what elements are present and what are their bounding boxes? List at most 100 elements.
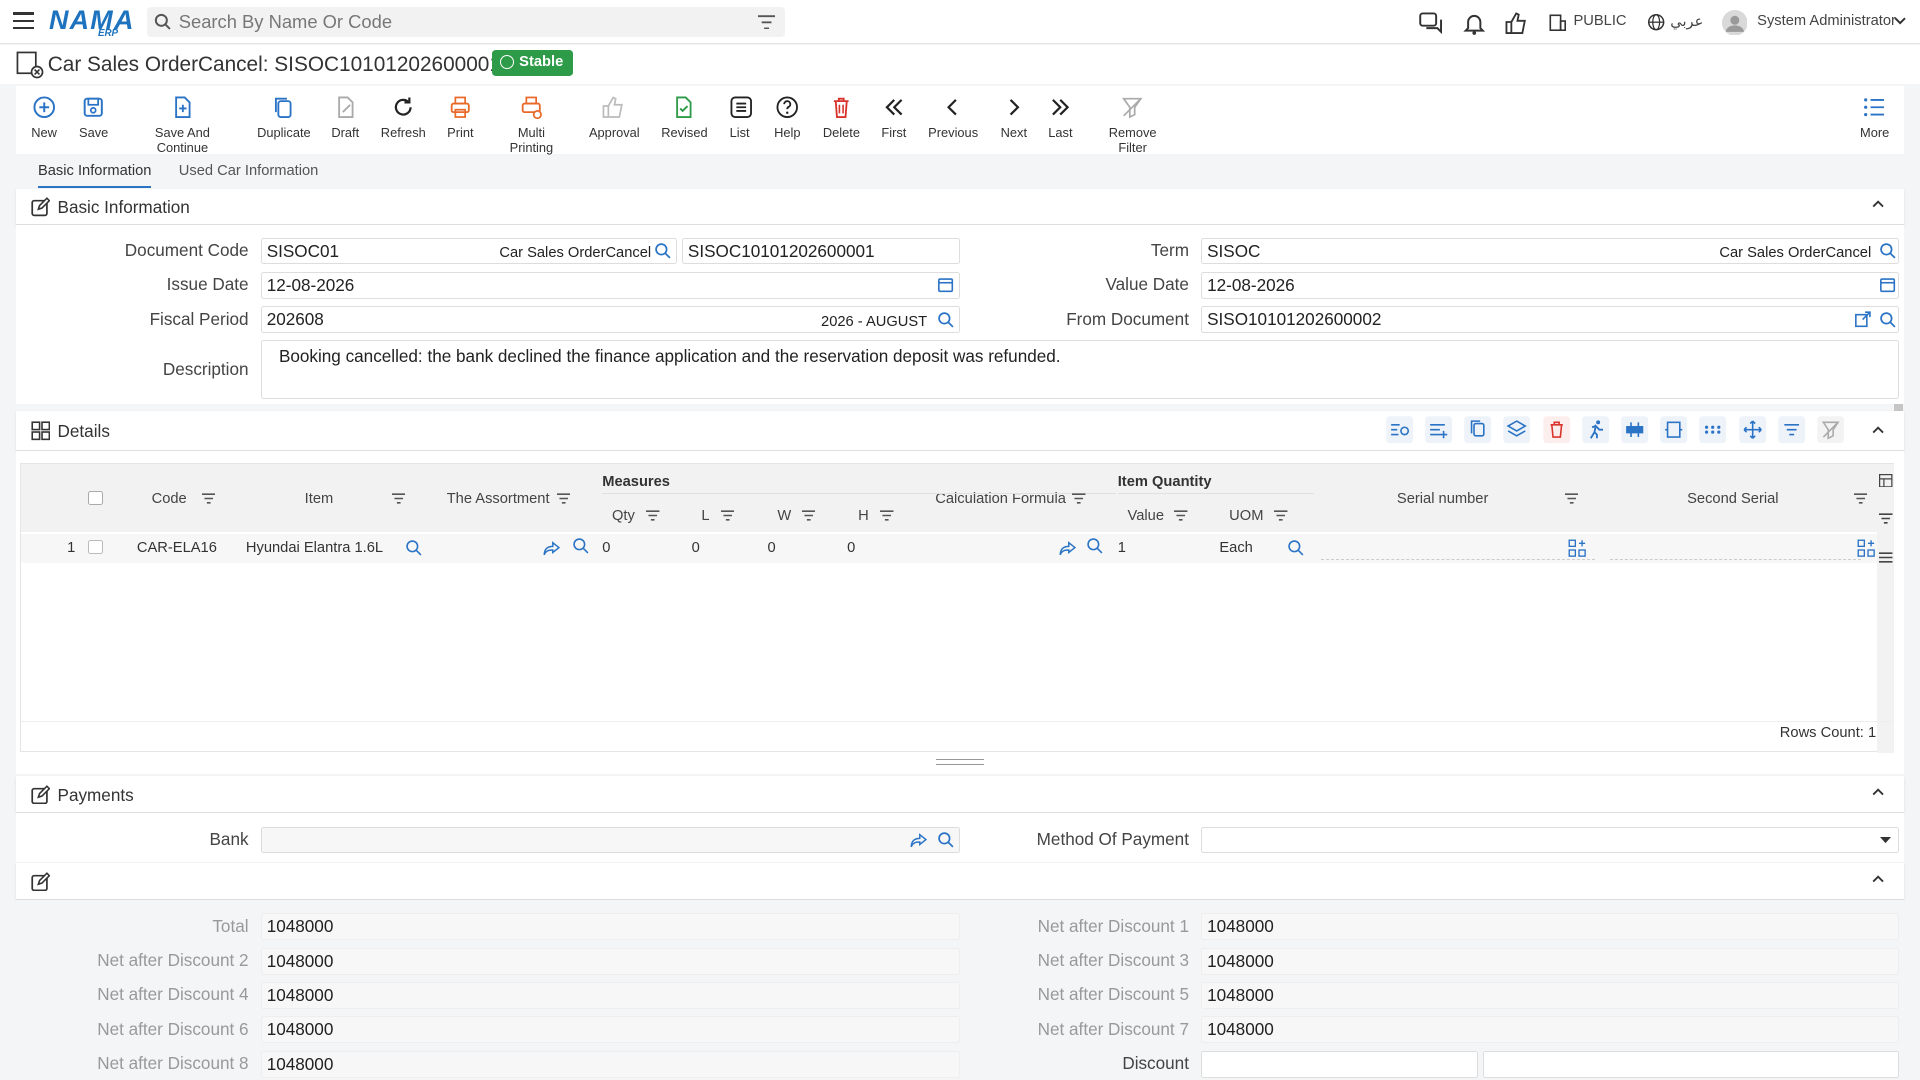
cell-w[interactable]: 0	[768, 540, 776, 556]
share-icon[interactable]	[543, 539, 561, 556]
search-refresh-icon[interactable]	[1879, 242, 1896, 259]
bell-icon[interactable]	[1462, 11, 1486, 35]
discount-amount-field[interactable]	[1482, 1050, 1900, 1078]
add-grid-icon[interactable]	[1568, 539, 1587, 557]
previous-button[interactable]: Previous	[928, 95, 978, 140]
col-h[interactable]: H	[858, 508, 869, 524]
draft-button[interactable]: Draft	[331, 95, 360, 140]
layers-icon[interactable]	[1502, 415, 1531, 444]
rows-add-icon[interactable]	[1424, 415, 1453, 444]
table-merge-icon[interactable]	[1620, 415, 1649, 444]
value-date-field[interactable]: 12-08-2026	[1201, 271, 1900, 299]
col-item[interactable]: Item	[305, 491, 334, 507]
details-header[interactable]: Details	[15, 411, 1905, 451]
new-button[interactable]: New	[31, 95, 58, 140]
next-button[interactable]: Next	[1000, 95, 1027, 140]
filter-icon[interactable]	[391, 493, 406, 504]
document-code-field[interactable]: SISOC01 Car Sales OrderCancel	[260, 237, 678, 265]
refresh-button[interactable]: Refresh	[381, 95, 426, 140]
multi-printing-button[interactable]: Multi Printing	[496, 95, 567, 155]
filter-icon[interactable]	[646, 510, 660, 521]
payments-header[interactable]: Payments	[15, 776, 1905, 814]
search-icon[interactable]	[405, 539, 422, 556]
filter-icon[interactable]	[1174, 510, 1188, 521]
filter-icon[interactable]	[1274, 510, 1288, 521]
cell-uom[interactable]: Each	[1219, 540, 1252, 556]
col-value[interactable]: Value	[1128, 508, 1164, 524]
company-label[interactable]: PUBLIC	[1573, 13, 1626, 29]
filter-icon[interactable]	[201, 493, 216, 504]
search-refresh-icon[interactable]	[654, 242, 671, 259]
thumbs-up-icon[interactable]	[1504, 11, 1528, 35]
help-button[interactable]: Help	[774, 95, 801, 140]
search-refresh-icon[interactable]	[1879, 311, 1896, 328]
save-and-continue-button[interactable]: Save And Continue	[131, 95, 234, 155]
last-button[interactable]: Last	[1047, 95, 1074, 140]
totals-header[interactable]	[15, 863, 1905, 900]
filter-icon[interactable]	[1879, 513, 1893, 524]
method-of-payment-select[interactable]	[1201, 826, 1900, 854]
avatar[interactable]	[1721, 9, 1748, 36]
discount-percent-field[interactable]	[1201, 1050, 1478, 1078]
tab-basic-information[interactable]: Basic Information	[37, 163, 152, 189]
search-refresh-icon[interactable]	[937, 311, 954, 328]
chevron-up-icon[interactable]	[1872, 198, 1884, 210]
logo[interactable]: NAMA ERP	[49, 5, 135, 39]
trash-icon[interactable]	[1542, 415, 1571, 444]
chevron-up-icon[interactable]	[1872, 873, 1884, 885]
search-icon[interactable]	[1287, 539, 1304, 556]
share-icon[interactable]	[1059, 539, 1077, 556]
table-settings-icon[interactable]	[1879, 473, 1893, 488]
filter-icon[interactable]	[556, 493, 571, 504]
menu-icon[interactable]	[1879, 552, 1893, 563]
cell-value[interactable]: 1	[1118, 540, 1126, 556]
calendar-icon[interactable]	[937, 276, 954, 293]
row-checkbox[interactable]	[87, 539, 103, 555]
duplicate-button[interactable]: Duplicate	[257, 95, 311, 140]
cell-item[interactable]: Hyundai Elantra 1.6L	[246, 540, 383, 556]
share-icon[interactable]	[910, 831, 928, 848]
col-code[interactable]: Code	[152, 491, 187, 507]
add-grid-icon[interactable]	[1857, 539, 1876, 557]
approval-button[interactable]: Approval	[589, 95, 640, 140]
search-rows-icon[interactable]	[1385, 415, 1414, 444]
revised-button[interactable]: Revised	[661, 95, 708, 140]
cell-qty[interactable]: 0	[602, 540, 610, 556]
calendar-icon[interactable]	[1879, 276, 1896, 293]
tab-used-car-information[interactable]: Used Car Information	[179, 163, 319, 186]
search-icon[interactable]	[572, 537, 589, 554]
chat-icon[interactable]	[1419, 11, 1443, 35]
basic-information-header[interactable]: Basic Information	[15, 188, 1905, 226]
col-assortment[interactable]: The Assortment	[447, 491, 550, 507]
document-number-field[interactable]: SISOC10101202600001	[682, 237, 960, 265]
cell-l[interactable]: 0	[692, 540, 700, 556]
description-textarea[interactable]: Booking cancelled: the bank declined the…	[260, 340, 1900, 400]
filter-icon[interactable]	[757, 14, 776, 30]
more-button[interactable]: More	[1859, 95, 1891, 140]
resize-handle[interactable]	[935, 759, 985, 766]
user-name[interactable]: System Administrator	[1757, 13, 1896, 29]
move-icon[interactable]	[1738, 415, 1767, 444]
chevron-up-icon[interactable]	[1872, 786, 1884, 798]
filter-icon[interactable]	[720, 510, 735, 521]
external-link-icon[interactable]	[1854, 311, 1871, 328]
col-uom[interactable]: UOM	[1229, 508, 1263, 524]
table-row[interactable]: 1 CAR-ELA16 Hyundai Elantra 1.6L 0 0 0 0…	[20, 533, 1877, 564]
filter-icon[interactable]	[1072, 493, 1086, 504]
run-icon[interactable]	[1581, 415, 1610, 444]
save-button[interactable]: Save	[77, 95, 110, 140]
chevron-down-icon[interactable]	[1894, 17, 1906, 26]
col-w[interactable]: W	[777, 508, 791, 524]
columns-icon[interactable]	[1659, 415, 1688, 444]
copy-icon[interactable]	[1463, 415, 1492, 444]
delete-button[interactable]: Delete	[823, 95, 860, 140]
col-l[interactable]: L	[701, 508, 709, 524]
search-input[interactable]	[178, 7, 743, 37]
term-field[interactable]: SISOC Car Sales OrderCancel	[1201, 237, 1900, 265]
bank-field[interactable]	[260, 826, 960, 854]
first-button[interactable]: First	[880, 95, 907, 140]
list-button[interactable]: List	[729, 95, 752, 140]
filter-off-icon[interactable]	[1816, 415, 1845, 444]
filter-icon[interactable]	[1564, 493, 1579, 504]
col-serial-number[interactable]: Serial number	[1397, 491, 1488, 507]
